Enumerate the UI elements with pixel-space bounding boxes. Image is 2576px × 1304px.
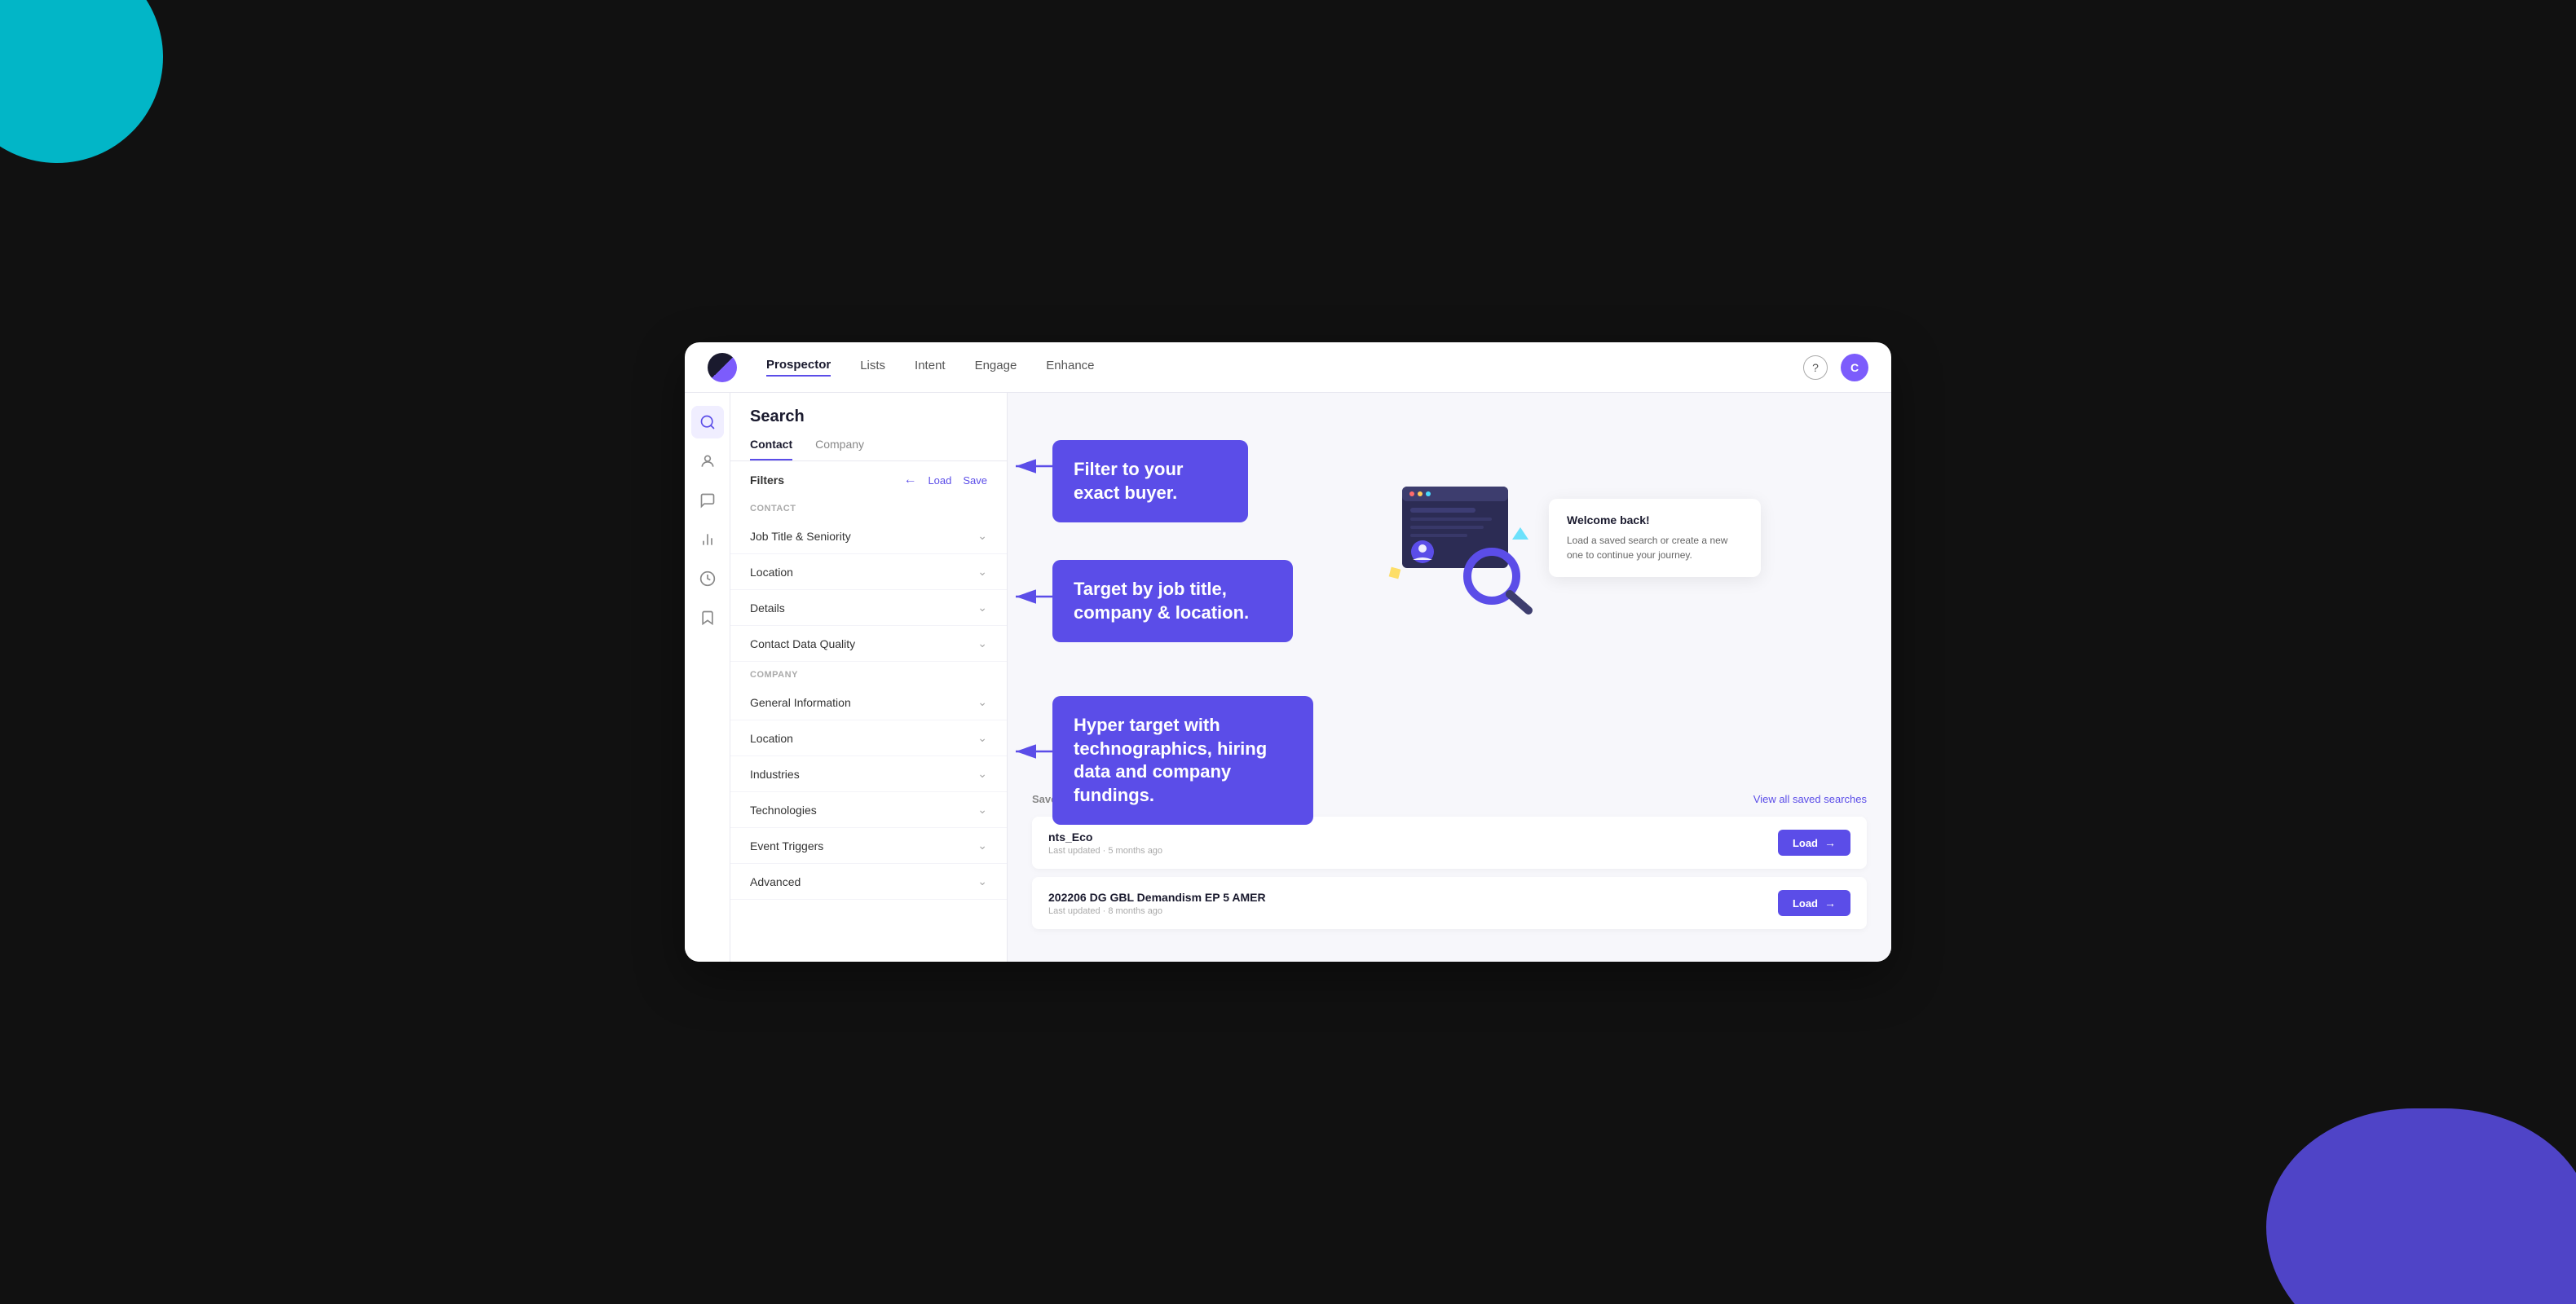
filter-job-title[interactable]: Job Title & Seniority ⌄ xyxy=(730,518,1007,554)
filter-industries-label: Industries xyxy=(750,768,800,781)
company-section-label: Company xyxy=(730,662,1007,685)
chevron-down-icon: ⌄ xyxy=(977,637,987,650)
sidebar-analytics[interactable] xyxy=(691,523,724,556)
filter-event-triggers-label: Event Triggers xyxy=(750,839,823,852)
filter-advanced-label: Advanced xyxy=(750,875,801,888)
filters-bar: Filters ← Load Save xyxy=(730,461,1007,496)
icon-sidebar xyxy=(685,393,730,962)
sidebar-saved[interactable] xyxy=(691,601,724,634)
tooltip-filter: Filter to your exact buyer. xyxy=(1052,440,1248,522)
tab-company[interactable]: Company xyxy=(815,438,864,460)
filter-industries[interactable]: Industries ⌄ xyxy=(730,756,1007,792)
filter-general-info-label: General Information xyxy=(750,696,851,709)
search-title: Search xyxy=(750,408,987,426)
chevron-down-icon: ⌄ xyxy=(977,767,987,781)
filter-advanced[interactable]: Advanced ⌄ xyxy=(730,864,1007,900)
view-all-searches-link[interactable]: View all saved searches xyxy=(1753,793,1867,805)
nav-links: Prospector Lists Intent Engage Enhance xyxy=(766,358,1095,377)
nav-prospector[interactable]: Prospector xyxy=(766,358,831,377)
load-search-button-1[interactable]: Load xyxy=(1778,890,1850,916)
load-filter-button[interactable]: Load xyxy=(928,474,951,487)
filter-contact-data-quality[interactable]: Contact Data Quality ⌄ xyxy=(730,626,1007,662)
main-content: Filter to your exact buyer. Target by jo… xyxy=(1008,393,1891,962)
filter-list: Contact Job Title & Seniority ⌄ Location… xyxy=(730,496,1007,962)
chevron-down-icon: ⌄ xyxy=(977,839,987,852)
chevron-down-icon: ⌄ xyxy=(977,529,987,543)
contact-company-tabs: Contact Company xyxy=(730,438,1007,461)
tooltip-jobtitle: Target by job title, company & location. xyxy=(1052,560,1293,642)
saved-search-name-0: nts_Eco xyxy=(1048,830,1162,844)
welcome-card: Welcome back! Load a saved search or cre… xyxy=(1549,499,1761,577)
saved-search-item-1: 202206 DG GBL Demandism EP 5 AMER Last u… xyxy=(1032,877,1867,929)
saved-search-info-0: nts_Eco Last updated · 5 months ago xyxy=(1048,830,1162,856)
chevron-down-icon: ⌄ xyxy=(977,695,987,709)
saved-search-name-1: 202206 DG GBL Demandism EP 5 AMER xyxy=(1048,891,1266,904)
nav-lists[interactable]: Lists xyxy=(860,359,885,376)
welcome-text: Load a saved search or create a new one … xyxy=(1567,533,1743,562)
filter-event-triggers[interactable]: Event Triggers ⌄ xyxy=(730,828,1007,864)
main-layout: Search Contact Company Filters ← Load Sa… xyxy=(685,393,1891,962)
chevron-down-icon: ⌄ xyxy=(977,565,987,579)
top-nav: Prospector Lists Intent Engage Enhance ?… xyxy=(685,342,1891,393)
save-filter-button[interactable]: Save xyxy=(963,474,987,487)
tab-contact[interactable]: Contact xyxy=(750,438,792,460)
illustration xyxy=(1386,478,1549,621)
filter-job-title-label: Job Title & Seniority xyxy=(750,530,851,543)
filter-location-contact[interactable]: Location ⌄ xyxy=(730,554,1007,590)
filter-location-company[interactable]: Location ⌄ xyxy=(730,720,1007,756)
nav-right: ? C xyxy=(1803,354,1868,381)
chevron-down-icon: ⌄ xyxy=(977,874,987,888)
sidebar-contacts[interactable] xyxy=(691,445,724,478)
saved-search-meta-1: Last updated · 8 months ago xyxy=(1048,906,1266,916)
tooltip-hyper: Hyper target with technographics, hiring… xyxy=(1052,696,1313,825)
contact-section-label: Contact xyxy=(730,496,1007,518)
filter-details[interactable]: Details ⌄ xyxy=(730,590,1007,626)
filter-general-info[interactable]: General Information ⌄ xyxy=(730,685,1007,720)
filter-details-label: Details xyxy=(750,601,785,615)
chevron-down-icon: ⌄ xyxy=(977,731,987,745)
nav-enhance[interactable]: Enhance xyxy=(1046,359,1094,376)
user-avatar[interactable]: C xyxy=(1841,354,1868,381)
filter-location-label: Location xyxy=(750,566,793,579)
tooltip-filter-text: Filter to your exact buyer. xyxy=(1074,458,1227,504)
filter-contact-quality-label: Contact Data Quality xyxy=(750,637,855,650)
nav-intent[interactable]: Intent xyxy=(915,359,946,376)
filter-header: Search Contact Company xyxy=(730,393,1007,461)
filter-sidebar: Search Contact Company Filters ← Load Sa… xyxy=(730,393,1008,962)
tooltip-hyper-text: Hyper target with technographics, hiring… xyxy=(1074,714,1292,807)
app-logo[interactable] xyxy=(708,353,737,382)
app-window: Prospector Lists Intent Engage Enhance ?… xyxy=(685,342,1891,962)
illustration-svg xyxy=(1386,478,1549,621)
filter-location-company-label: Location xyxy=(750,732,793,745)
help-button[interactable]: ? xyxy=(1803,355,1828,380)
filter-technologies-label: Technologies xyxy=(750,804,817,817)
filter-actions: ← Load Save xyxy=(903,473,987,487)
load-search-button-0[interactable]: Load xyxy=(1778,830,1850,856)
sidebar-search[interactable] xyxy=(691,406,724,438)
filter-arrow-icon: ← xyxy=(903,473,916,487)
saved-search-meta-0: Last updated · 5 months ago xyxy=(1048,846,1162,856)
sidebar-messages[interactable] xyxy=(691,484,724,517)
welcome-title: Welcome back! xyxy=(1567,513,1743,526)
purple-blob xyxy=(2266,1108,2576,1304)
sidebar-history[interactable] xyxy=(691,562,724,595)
saved-search-info-1: 202206 DG GBL Demandism EP 5 AMER Last u… xyxy=(1048,891,1266,916)
chevron-down-icon: ⌄ xyxy=(977,601,987,615)
tooltip-jobtitle-text: Target by job title, company & location. xyxy=(1074,578,1272,624)
chevron-down-icon: ⌄ xyxy=(977,803,987,817)
filter-technologies[interactable]: Technologies ⌄ xyxy=(730,792,1007,828)
teal-circle xyxy=(0,0,163,163)
nav-engage[interactable]: Engage xyxy=(975,359,1017,376)
filters-label: Filters xyxy=(750,474,784,487)
